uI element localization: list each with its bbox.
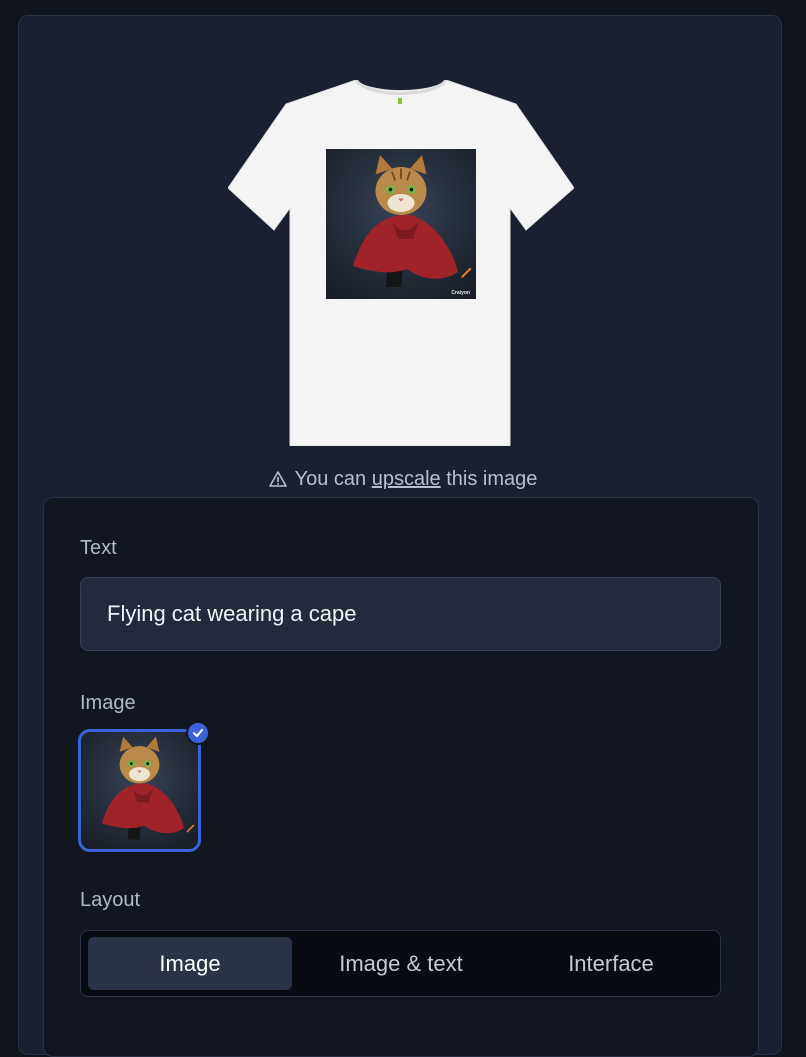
upscale-note-prefix: You can bbox=[294, 468, 367, 490]
layout-option-image[interactable]: Image bbox=[88, 937, 292, 990]
layout-segmented-control: Image Image & text Interface bbox=[80, 930, 721, 997]
warning-triangle-icon bbox=[268, 470, 287, 494]
check-icon bbox=[186, 721, 210, 745]
upscale-note: You can upscale this image bbox=[0, 468, 806, 494]
print-brand-label: Craiyon bbox=[451, 290, 470, 296]
cat-thumbnail-artwork bbox=[102, 736, 195, 840]
shirt-print-image: Craiyon bbox=[326, 149, 476, 299]
layout-label: Layout bbox=[80, 889, 141, 911]
upscale-note-suffix: this image bbox=[446, 468, 538, 490]
layout-option-image-and-text[interactable]: Image & text bbox=[299, 937, 503, 990]
cat-in-cape-artwork bbox=[353, 155, 472, 287]
upscale-link[interactable]: upscale bbox=[372, 468, 441, 490]
layout-option-interface[interactable]: Interface bbox=[509, 937, 713, 990]
image-thumbnail[interactable] bbox=[78, 729, 201, 852]
image-label: Image bbox=[80, 692, 136, 714]
text-input[interactable]: Flying cat wearing a cape bbox=[80, 577, 721, 651]
text-label: Text bbox=[80, 537, 117, 559]
tshirt-mockup: Craiyon bbox=[228, 80, 574, 446]
